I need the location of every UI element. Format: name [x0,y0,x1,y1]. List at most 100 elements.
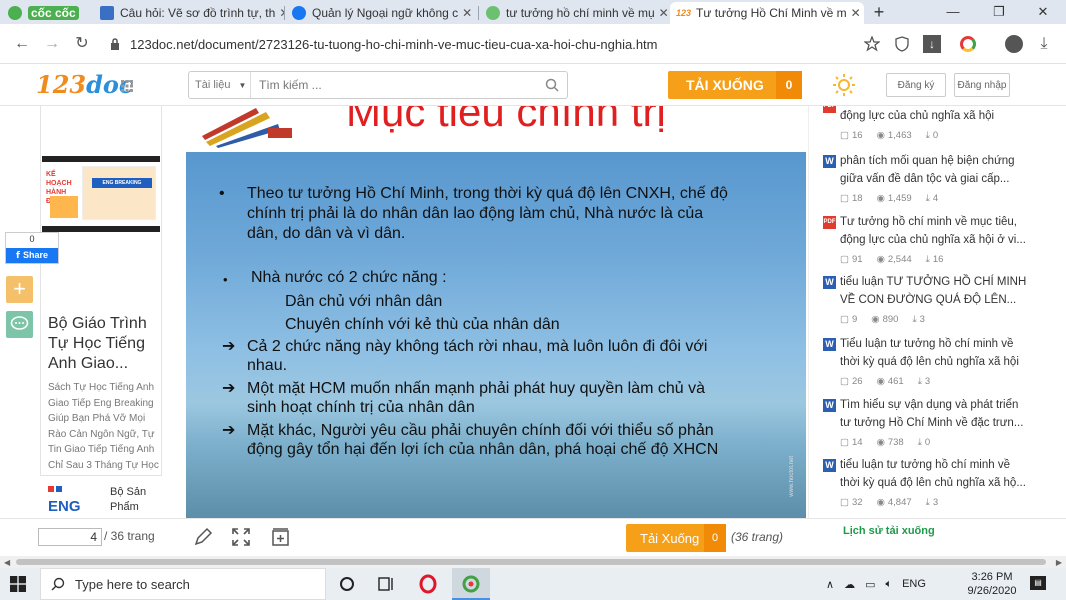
tab-coccoc-home[interactable]: cốc cốc [2,2,92,24]
site-logo[interactable]: 123doc [36,70,134,99]
related-item[interactable]: W tiểu luận tư tưởng hồ chí minh về thời … [823,457,1043,513]
download-pages: (36 trang) [731,530,784,544]
scroll-left-icon[interactable]: ◀ [4,558,10,567]
download-history-link[interactable]: Lịch sử tải xuống [843,525,935,537]
close-tab-icon[interactable]: ✕ [275,6,284,20]
notification-icon[interactable]: ▤ [1030,576,1046,590]
profile-icon[interactable] [1002,32,1026,56]
product-label[interactable]: Bộ Sản Phẩm [110,485,160,515]
download-button-bottom[interactable]: Tải Xuống 0 [626,524,726,552]
apps-grid-icon[interactable] [121,80,133,92]
chevron-up-icon[interactable]: ∧ [826,578,834,591]
opera-icon[interactable] [418,574,438,594]
download-extension-icon[interactable]: ↓ [920,32,944,56]
views-icon: ◉ 1,459 [876,193,912,204]
taskbar-search[interactable]: Type here to search [40,568,326,600]
shield-icon[interactable] [890,32,914,56]
restore-icon[interactable]: ❐ [976,0,1022,24]
slide-line: Mặt khác, Người yêu cầu phải chuyên chín… [247,422,714,439]
downloads-icon: ⤓ 0 [917,437,931,448]
tab-item[interactable]: Câu hỏi: Vẽ sơ đồ trình tự, th ✕ [94,2,284,24]
logo-number: 123 [36,70,87,99]
reload-icon[interactable]: ↻ [70,32,94,56]
search-input[interactable]: Tìm kiếm ... [251,78,545,92]
related-item[interactable]: W Tiểu luận tư tưởng hồ chí minh về thời … [823,336,1043,392]
coccoc-logo-icon [8,6,22,20]
coccoc-extension-icon[interactable] [956,32,980,56]
close-window-icon[interactable]: ✕ [1020,0,1066,24]
views-count: 890 [882,314,899,325]
login-button[interactable]: Đăng nhập [954,73,1010,97]
back-arrow-icon[interactable]: ← [10,32,34,56]
related-stats: ▢ 26 ◉ 461 ⤓ 3 [840,376,930,387]
cortana-icon[interactable] [337,574,357,594]
related-item[interactable]: W tiểu luận TƯ TƯỞNG HỒ CHÍ MINH VỀ CON Đ… [823,274,1043,330]
volume-icon[interactable]: 🔈︎ [885,578,892,591]
download-button[interactable]: TẢI XUỐNG 0 [668,71,802,99]
task-view-icon[interactable] [376,574,396,594]
pages-icon: ▢ 18 [840,193,863,204]
facebook-share-widget[interactable]: 0 f Share [5,232,59,264]
register-button[interactable]: Đăng ký [886,73,946,97]
tab-item[interactable]: tư tưởng hồ chí minh về mụ ✕ [480,2,670,24]
related-item[interactable]: PDF Tư tưởng hồ chí minh về mục tiêu, độn… [823,214,1043,270]
tab-item[interactable]: Quản lý Ngoại ngữ không c ✕ [286,2,478,24]
search-icon [51,577,65,591]
download-count-badge: 0 [704,524,726,552]
new-tab-button[interactable]: + [868,2,890,22]
network-icon[interactable]: ▭ [865,578,875,591]
sun-icon[interactable] [830,72,858,98]
pages-icon: ▢ 14 [840,437,863,448]
page-number-input[interactable]: 4 [38,528,102,546]
document-icon [100,6,114,20]
ad-thumbnail[interactable]: KẾ HOẠCH HÀNH ĐỘNG ENG BREAKING [42,156,160,232]
slide-line: sinh hoạt chính trị của nhân dân [247,399,475,416]
facebook-share-button[interactable]: f Share [6,248,58,263]
ad-title[interactable]: Bộ Giáo Trình Tự Học Tiếng Anh Giao... [48,314,160,374]
minimize-icon[interactable]: — [930,0,976,24]
tab-active[interactable]: 123 Tư tưởng Hồ Chí Minh về m ✕ [670,2,864,24]
url-text: 123doc.net/document/2723126-tu-tuong-ho-… [130,36,658,52]
cloud-icon[interactable]: ☁ [844,578,855,591]
downloads-count: 0 [924,437,931,448]
url-field[interactable]: 123doc.net/document/2723126-tu-tuong-ho-… [104,30,884,58]
windows-start-icon[interactable] [10,576,26,592]
arrow-bullet-icon: ➔ [222,380,236,397]
pencil-icon[interactable] [192,526,214,548]
close-tab-icon[interactable]: ✕ [847,6,861,20]
pencils-icon [202,108,292,148]
word-icon: W [823,155,836,168]
slide-line: Một mặt HCM muốn nhấn mạnh phải phát huy… [247,380,706,397]
related-item[interactable]: W Tìm hiểu sự vận dụng và phát triển tư t… [823,397,1043,453]
slide-line: Chuyên chính với kẻ thù của nhân dân [285,316,560,333]
arrow-bullet-icon: ➔ [222,422,236,439]
views-icon: ◉ 2,544 [876,254,912,265]
scrollbar-thumb[interactable] [16,559,1046,565]
fullscreen-icon[interactable] [230,526,252,548]
add-page-icon[interactable] [270,526,292,548]
related-item[interactable]: PDF động lực của chủ nghĩa xã hội ▢ 16 ◉ 1… [823,106,1043,144]
search-category-select[interactable]: Tài liệu ▼ [189,72,251,98]
add-icon[interactable]: + [6,276,33,303]
chat-icon[interactable] [6,311,33,338]
language-indicator[interactable]: ENG [902,578,926,590]
scroll-right-icon[interactable]: ▶ [1056,558,1062,567]
pages-count: 16 [851,130,863,141]
close-tab-icon[interactable]: ✕ [655,6,669,20]
star-icon[interactable] [860,32,884,56]
related-title: tiểu luận TƯ TƯỞNG HỒ CHÍ MINH VỀ CON ĐƯỜ… [840,276,1027,306]
related-item[interactable]: W phân tích mối quan hệ biện chứng giữa v… [823,153,1043,209]
views-count: 738 [887,437,904,448]
close-tab-icon[interactable]: ✕ [458,6,472,20]
downloads-icon[interactable]: ⤓ [1032,32,1056,56]
tab-label: Quản lý Ngoại ngữ không c [312,6,459,20]
horizontal-scrollbar[interactable]: ◀ ▶ [0,556,1066,568]
search-icon[interactable] [545,78,559,92]
taskbar-clock[interactable]: 3:26 PM 9/26/2020 [964,570,1020,598]
related-stats: ▢ 16 ◉ 1,463 ⤓ 0 [840,130,938,141]
downloads-count: 3 [924,376,931,387]
forward-arrow-icon[interactable]: → [40,32,64,56]
tab-label: tư tưởng hồ chí minh về mụ [506,6,655,20]
coccoc-taskbar-item[interactable] [452,568,490,600]
download-label: TẢI XUỐNG [686,77,764,93]
